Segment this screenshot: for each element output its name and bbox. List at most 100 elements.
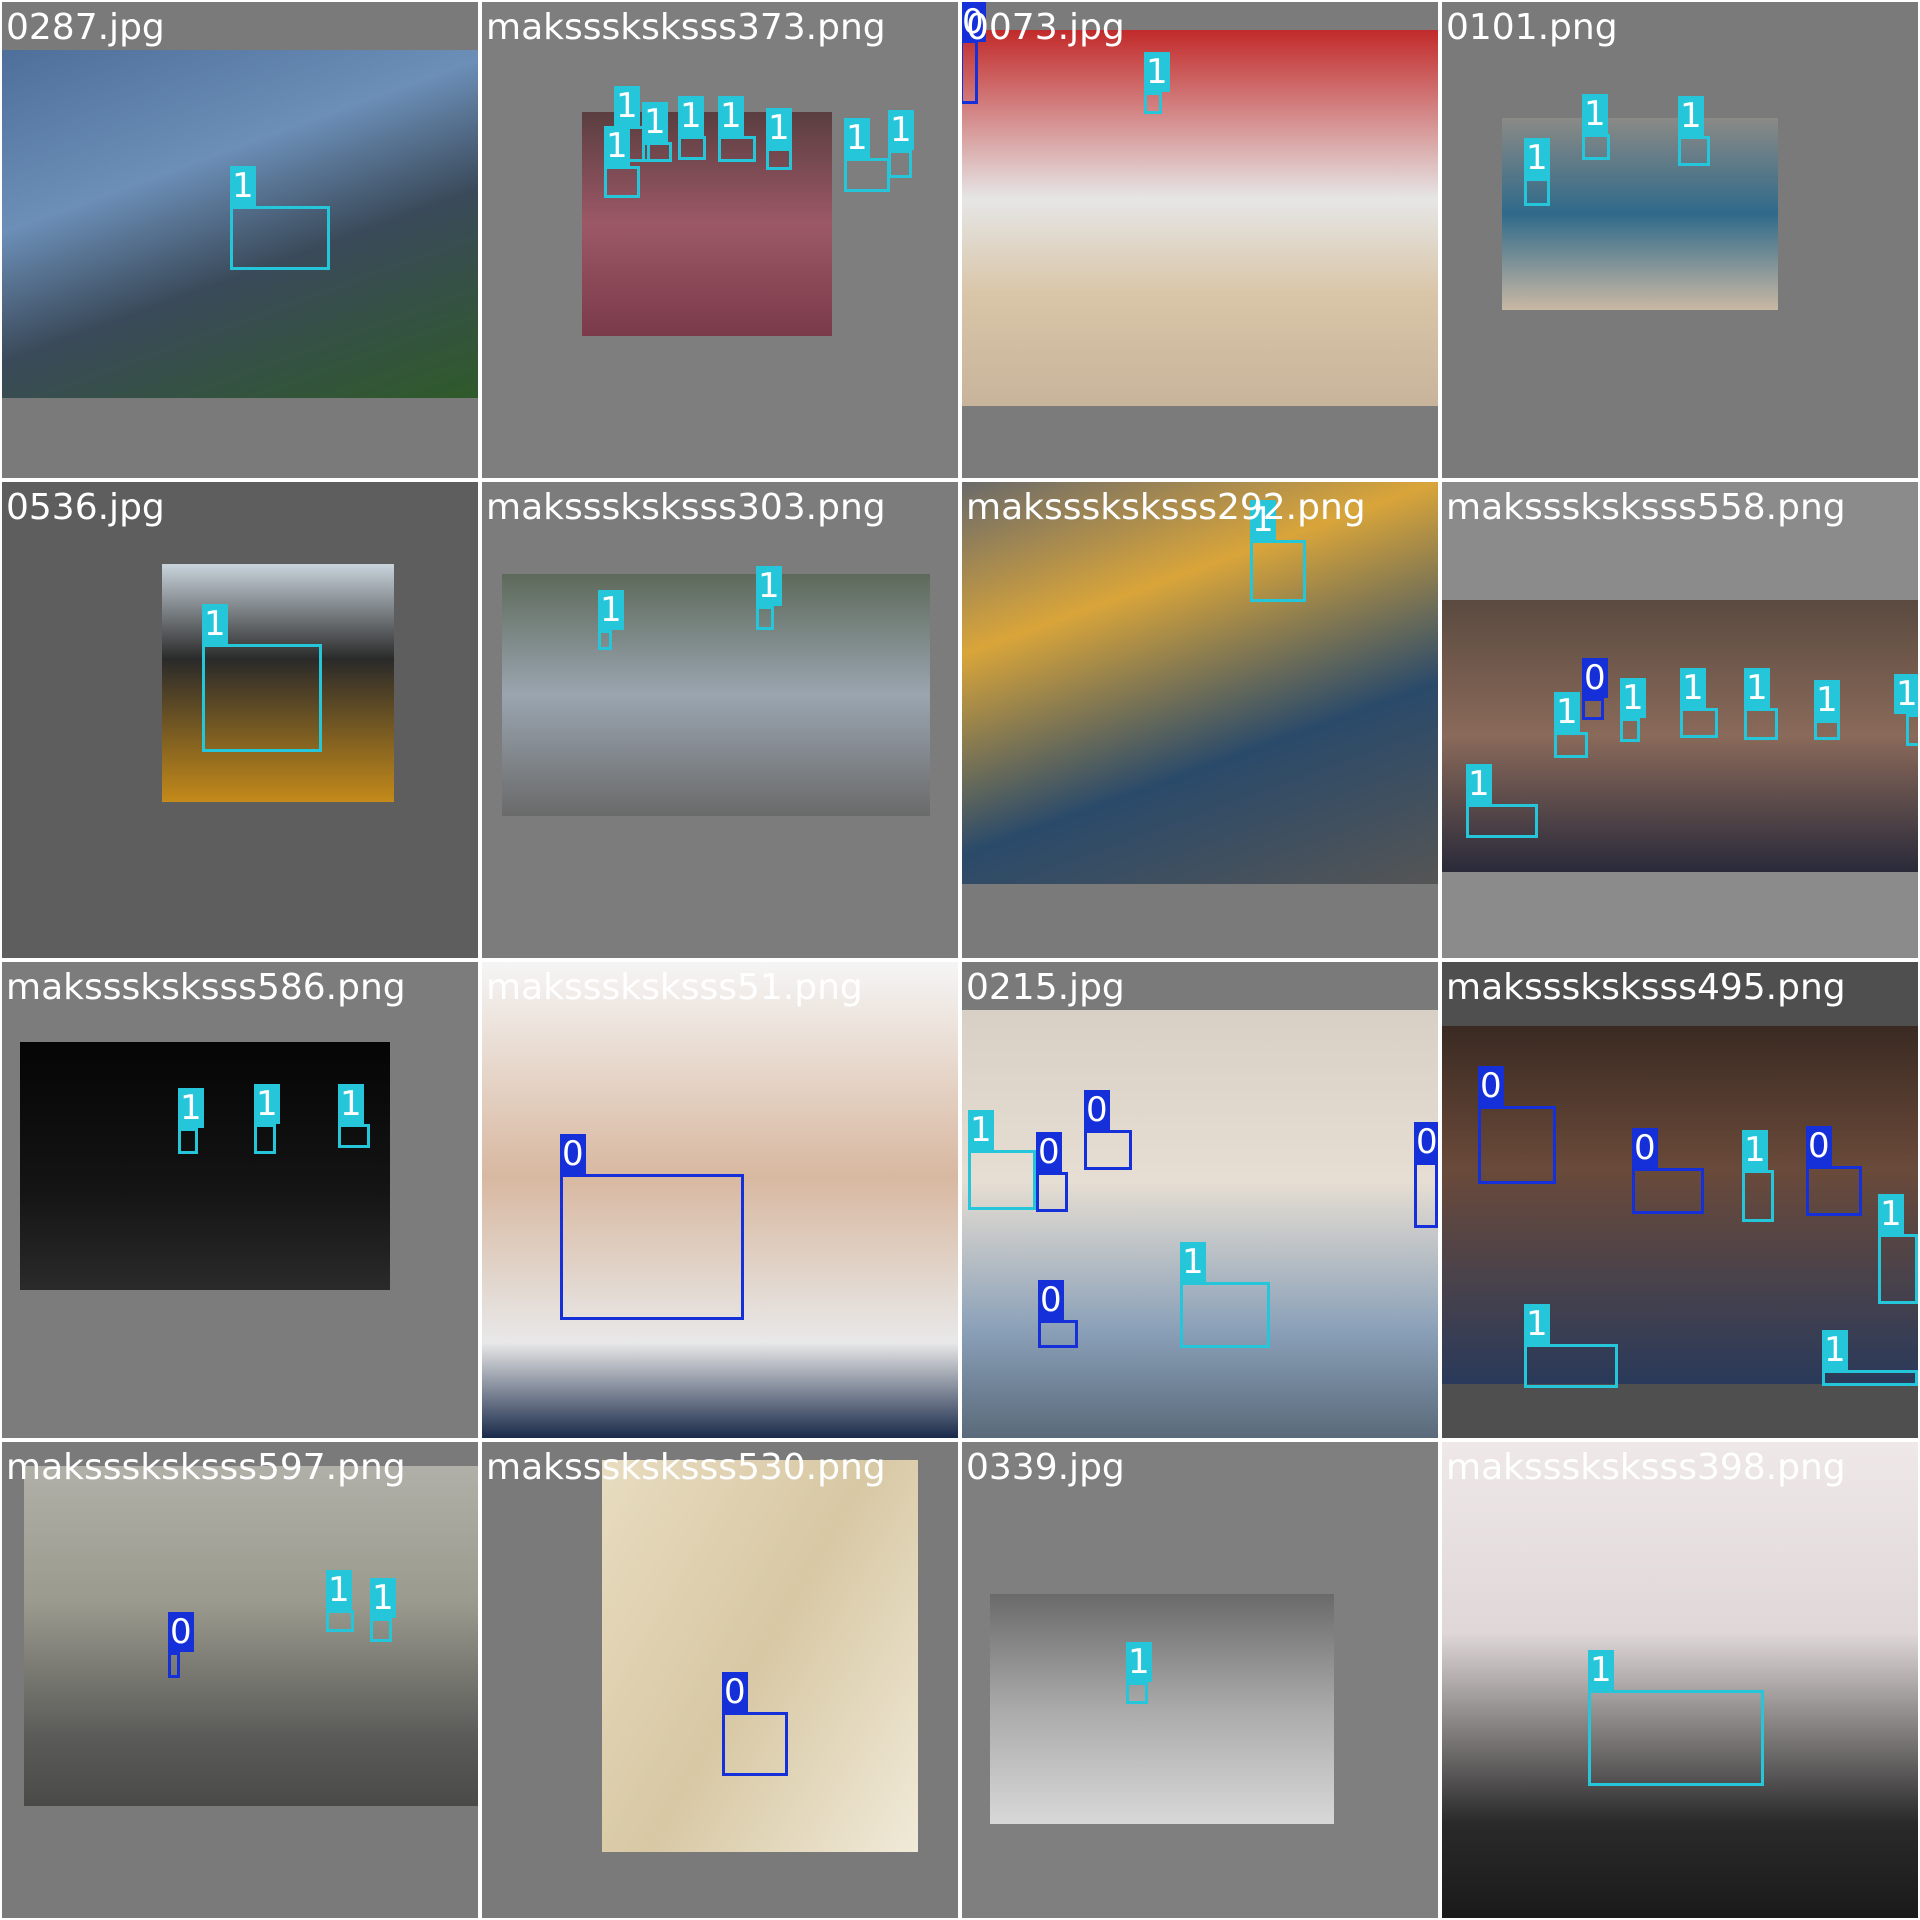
class-label: 0 <box>560 1134 586 1174</box>
bounding-box <box>1036 1172 1068 1212</box>
image-tile: 0 maksssksksss51.png <box>482 962 958 1438</box>
bounding-box <box>1084 1130 1132 1170</box>
class-label: 0 <box>1632 1128 1658 1168</box>
bounding-box <box>766 148 792 170</box>
image-tile: 0 1 1 maksssksksss597.png <box>2 1442 478 1918</box>
bounding-box <box>338 1124 370 1148</box>
class-label: 0 <box>1806 1126 1832 1166</box>
class-label: 1 <box>1894 674 1918 714</box>
bounding-box <box>1814 720 1840 740</box>
bounding-box <box>254 1124 276 1154</box>
class-label: 1 <box>1814 680 1840 720</box>
filename-label: 0287.jpg <box>6 7 165 48</box>
image-tile: 1 maksssksksss292.png <box>962 482 1438 958</box>
class-label: 0 <box>1478 1066 1504 1106</box>
filename-label: 0339.jpg <box>966 1447 1125 1488</box>
filename-label: maksssksksss597.png <box>6 1447 406 1488</box>
bounding-box <box>678 136 706 160</box>
class-label: 1 <box>1466 764 1492 804</box>
bounding-box <box>756 606 774 630</box>
image-tile: 1 1 1 0101.png <box>1442 2 1918 478</box>
image-tile: 1 0536.jpg <box>2 482 478 958</box>
image-tile: 0 1 0073.jpg <box>962 2 1438 478</box>
class-label: 1 <box>1742 1130 1768 1170</box>
class-label: 1 <box>1744 668 1770 708</box>
class-label: 1 <box>598 590 624 630</box>
bounding-box <box>1620 718 1640 742</box>
photo <box>990 1594 1334 1824</box>
class-label: 0 <box>722 1672 748 1712</box>
bounding-box <box>1678 136 1710 166</box>
bounding-box <box>1906 714 1918 746</box>
class-label: 1 <box>1878 1194 1904 1234</box>
image-tile: 1 0339.jpg <box>962 1442 1438 1918</box>
class-label: 1 <box>642 102 668 142</box>
class-label: 1 <box>254 1084 280 1124</box>
bounding-box <box>326 1610 354 1632</box>
class-label: 1 <box>202 604 228 644</box>
class-label: 1 <box>326 1570 352 1610</box>
class-label: 1 <box>338 1084 364 1124</box>
bounding-box <box>1680 708 1718 738</box>
image-tile: 1 0 0 0 0 1 0215.jpg <box>962 962 1438 1438</box>
class-label: 0 <box>1038 1280 1064 1320</box>
bounding-box <box>1822 1370 1918 1386</box>
bounding-box <box>968 1150 1036 1210</box>
class-label: 1 <box>230 166 256 206</box>
filename-label: 0215.jpg <box>966 967 1125 1008</box>
bounding-box <box>230 206 330 270</box>
filename-label: maksssksksss530.png <box>486 1447 886 1488</box>
bounding-box <box>1414 1162 1438 1228</box>
bounding-box <box>202 644 322 752</box>
class-label: 1 <box>1822 1330 1848 1370</box>
bounding-box <box>1806 1166 1862 1216</box>
prediction-grid: 1 0287.jpg 1 1 1 1 1 1 1 1 maksssksksss373.png 0 1 00… <box>0 0 1920 1920</box>
class-label: 1 <box>1680 668 1706 708</box>
bounding-box <box>1582 134 1610 160</box>
photo <box>602 1460 918 1852</box>
bounding-box <box>642 142 672 162</box>
bounding-box <box>1744 708 1778 740</box>
image-tile: 1 maksssksksss398.png <box>1442 1442 1918 1918</box>
filename-label: 0536.jpg <box>6 487 165 528</box>
bounding-box <box>604 166 640 198</box>
class-label: 1 <box>370 1578 396 1618</box>
image-tile: 1 1 maksssksksss303.png <box>482 482 958 958</box>
class-label: 0 <box>1084 1090 1110 1130</box>
class-label: 1 <box>614 86 640 126</box>
class-label: 1 <box>1588 1650 1614 1690</box>
filename-label: maksssksksss292.png <box>966 487 1366 528</box>
class-label: 0 <box>1582 658 1608 698</box>
filename-label: maksssksksss495.png <box>1446 967 1846 1008</box>
class-label: 1 <box>756 566 782 606</box>
class-label: 1 <box>766 108 792 148</box>
bounding-box <box>1466 804 1538 838</box>
filename-label: maksssksksss586.png <box>6 967 406 1008</box>
bounding-box <box>1878 1234 1918 1304</box>
image-tile: 1 1 1 1 1 1 1 1 maksssksksss373.png <box>482 2 958 478</box>
class-label: 1 <box>718 96 744 136</box>
filename-label: maksssksksss51.png <box>486 967 863 1008</box>
class-label: 1 <box>1582 94 1608 134</box>
class-label: 1 <box>1524 1304 1550 1344</box>
filename-label: 0101.png <box>1446 7 1618 48</box>
class-label: 0 <box>1036 1132 1062 1172</box>
class-label: 1 <box>1524 138 1550 178</box>
class-label: 1 <box>1620 678 1646 718</box>
bounding-box <box>370 1618 392 1642</box>
class-label: 1 <box>604 126 630 166</box>
bounding-box <box>178 1128 198 1154</box>
bounding-box <box>168 1652 180 1678</box>
filename-label: maksssksksss398.png <box>1446 1447 1846 1488</box>
photo <box>20 1042 390 1290</box>
bounding-box <box>722 1712 788 1776</box>
class-label: 1 <box>1678 96 1704 136</box>
photo <box>1442 1442 1918 1918</box>
filename-label: maksssksksss558.png <box>1446 487 1846 528</box>
bounding-box <box>1038 1320 1078 1348</box>
bounding-box <box>598 630 612 650</box>
bounding-box <box>1588 1690 1764 1786</box>
class-label: 1 <box>888 110 914 150</box>
photo <box>962 482 1438 884</box>
bounding-box <box>560 1174 744 1320</box>
